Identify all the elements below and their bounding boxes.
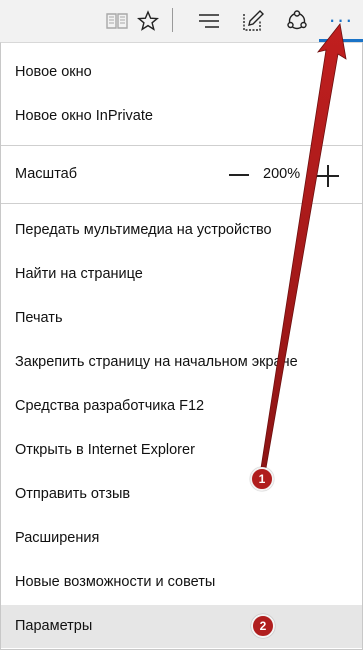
annotation-arrow xyxy=(260,23,347,469)
annotation-badge-2: 2 xyxy=(251,614,275,638)
annotation-badge-1: 1 xyxy=(250,467,274,491)
